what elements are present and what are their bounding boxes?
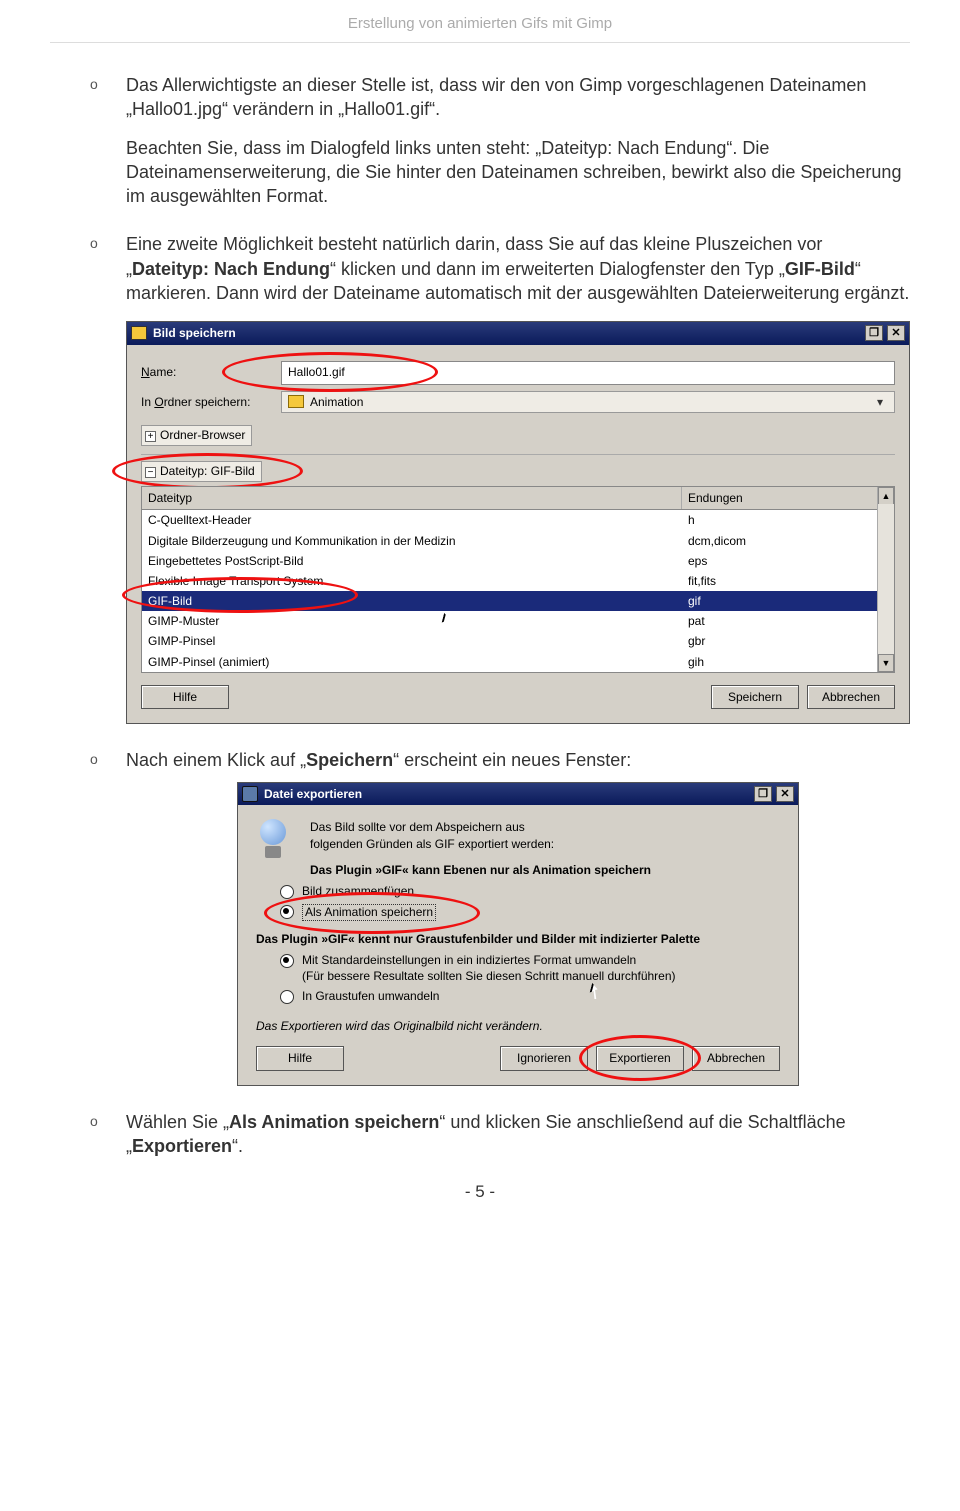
chevron-down-icon: ▾: [872, 394, 888, 410]
radio-icon: [280, 954, 294, 968]
filetype-row[interactable]: Digitale Bilderzeugung und Kommunikation…: [142, 531, 894, 551]
option-indexed[interactable]: Mit Standardeinstellungen in ein indizie…: [280, 953, 780, 984]
restore-button[interactable]: ❐: [754, 786, 772, 802]
folder-combo[interactable]: Animation ▾: [281, 391, 895, 413]
save-dialog: Bild speichern ❐ ✕ Name: Hallo01.gif In: [126, 321, 910, 724]
filetype-list[interactable]: Dateityp Endungen C-Quelltext-Headerh Di…: [141, 486, 895, 673]
filetype-row[interactable]: GIMP-Pinsel (animiert)gih: [142, 652, 894, 672]
para-2: Beachten Sie, dass im Dialogfeld links u…: [126, 138, 901, 207]
export-dialog: Datei exportieren ❐ ✕ Das Bild sollte vo…: [237, 782, 799, 1085]
export-intro: Das Bild sollte vor dem Abspeichern aus …: [310, 819, 780, 851]
folder-icon: [288, 395, 304, 408]
option-merge[interactable]: Bild zusammenfügen: [280, 884, 780, 900]
ignore-button[interactable]: Ignorieren: [500, 1046, 588, 1070]
save-button[interactable]: Speichern: [711, 685, 799, 709]
bullet-3: Nach einem Klick auf „Speichern“ erschei…: [90, 748, 910, 1086]
bullet-4: Wählen Sie „Als Animation speichern“ und…: [90, 1110, 910, 1159]
filetype-row[interactable]: GIMP-Pinselgbr: [142, 631, 894, 651]
radio-icon: [280, 885, 294, 899]
bullet-2: Eine zweite Möglichkeit besteht natürlic…: [90, 232, 910, 724]
page-header: Erstellung von animierten Gifs mit Gimp: [50, 15, 910, 32]
restore-button[interactable]: ❐: [865, 325, 883, 341]
radio-icon: [280, 905, 294, 919]
page-number: - 5 -: [50, 1182, 910, 1202]
export-button[interactable]: Exportieren: [596, 1046, 684, 1070]
scrollbar[interactable]: ▲ ▼: [877, 487, 894, 672]
option-animation[interactable]: Als Animation speichern: [280, 904, 780, 922]
folder-label: In Ordner speichern:: [141, 394, 281, 410]
folder-icon: [131, 326, 147, 340]
scroll-up-icon[interactable]: ▲: [878, 487, 894, 504]
name-label: Name:: [141, 364, 281, 380]
close-button[interactable]: ✕: [887, 325, 905, 341]
export-dialog-titlebar: Datei exportieren ❐ ✕: [238, 783, 798, 805]
header-rule: [50, 42, 910, 43]
filetype-row[interactable]: C-Quelltext-Headerh: [142, 510, 894, 530]
save-dialog-title: Bild speichern: [153, 325, 236, 341]
export-section-1: Das Plugin »GIF« kann Ebenen nur als Ani…: [256, 862, 780, 878]
cancel-button[interactable]: Abbrechen: [807, 685, 895, 709]
bullet-list: Das Allerwichtigste an dieser Stelle ist…: [90, 73, 910, 1158]
filetype-header: Dateityp Endungen: [142, 487, 894, 510]
folder-browser-toggle[interactable]: +Ordner-Browser: [141, 425, 252, 446]
cancel-button[interactable]: Abbrechen: [692, 1046, 780, 1070]
option-grayscale[interactable]: In Graustufen umwandeln: [280, 989, 780, 1005]
export-dialog-title: Datei exportieren: [264, 786, 362, 802]
help-button[interactable]: Hilfe: [141, 685, 229, 709]
filetype-row-selected[interactable]: GIF-Bildgif: [142, 591, 894, 611]
gimp-icon: [242, 786, 258, 802]
export-section-2: Das Plugin »GIF« kennt nur Graustufenbil…: [256, 931, 780, 947]
lightbulb-icon: [256, 819, 296, 865]
export-note: Das Exportieren wird das Originalbild ni…: [256, 1018, 780, 1034]
para-1: Das Allerwichtigste an dieser Stelle ist…: [126, 75, 866, 119]
bullet-1: Das Allerwichtigste an dieser Stelle ist…: [90, 73, 910, 208]
scroll-down-icon[interactable]: ▼: [878, 654, 894, 672]
filetype-row[interactable]: GIMP-Musterpat: [142, 611, 894, 631]
filetype-row[interactable]: Flexible Image Transport Systemfit,fits: [142, 571, 894, 591]
filename-input[interactable]: Hallo01.gif: [281, 361, 895, 385]
filetype-toggle[interactable]: −Dateityp: GIF-Bild: [141, 461, 262, 482]
radio-icon: [280, 990, 294, 1004]
close-button[interactable]: ✕: [776, 786, 794, 802]
help-button[interactable]: Hilfe: [256, 1046, 344, 1070]
filetype-row[interactable]: Eingebettetes PostScript-Bildeps: [142, 551, 894, 571]
cursor-icon: [590, 983, 604, 1001]
save-dialog-titlebar: Bild speichern ❐ ✕: [127, 322, 909, 344]
